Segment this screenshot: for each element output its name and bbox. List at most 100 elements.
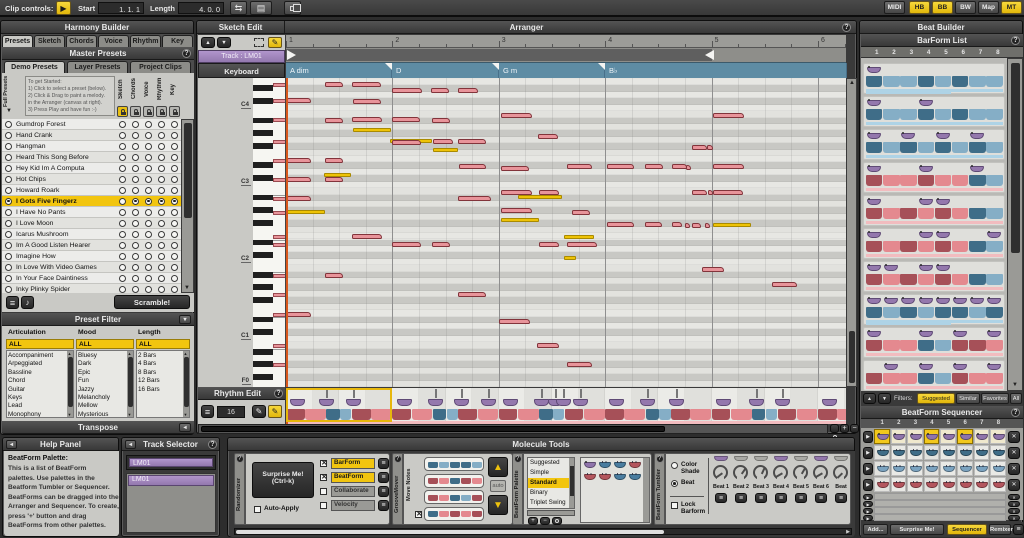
note[interactable] <box>567 362 592 367</box>
note[interactable] <box>645 164 663 169</box>
filter-button-all[interactable]: All <box>1010 393 1022 404</box>
note[interactable] <box>392 117 420 122</box>
seq-cell[interactable] <box>924 429 940 444</box>
barform-cell[interactable] <box>952 76 968 87</box>
seq-cell[interactable] <box>940 477 956 492</box>
note[interactable] <box>572 210 590 215</box>
rhythm-beatform[interactable] <box>397 399 412 406</box>
seq-cell[interactable] <box>891 445 907 460</box>
toggle-label-beatform[interactable]: BeatForm <box>331 472 375 483</box>
preset-col-radio[interactable] <box>145 176 152 183</box>
preset-row[interactable]: Hot Chips <box>2 174 181 185</box>
transpose-collapse-icon[interactable]: ◂ <box>179 423 191 432</box>
preset-list[interactable]: Gumdrop ForestHand CrankHangmanHeard Thi… <box>2 119 181 293</box>
tab-key[interactable]: Key <box>162 35 193 47</box>
rhythm-segment[interactable] <box>518 409 539 420</box>
note[interactable] <box>392 140 421 145</box>
barform-row[interactable] <box>863 261 1005 292</box>
barform-cell[interactable] <box>900 142 916 153</box>
preset-col-radio[interactable] <box>158 132 165 139</box>
toggle-checkbox-beatform[interactable] <box>320 474 327 481</box>
palette-zoom-button[interactable] <box>552 517 562 525</box>
loop-toggle-icon[interactable]: ⇆ <box>230 1 247 15</box>
barform-cell[interactable] <box>866 76 882 87</box>
preset-col-radio[interactable] <box>119 154 126 161</box>
piano-key-black[interactable] <box>253 175 273 181</box>
barform-cell[interactable] <box>969 274 985 285</box>
preset-col-radio[interactable] <box>132 275 139 282</box>
preset-col-radio[interactable] <box>145 275 152 282</box>
note[interactable] <box>538 134 558 139</box>
tumbler-radio-color-shade[interactable] <box>671 462 678 469</box>
seq-cell[interactable] <box>874 429 890 444</box>
barform-cell[interactable] <box>883 373 899 384</box>
seq-cell[interactable] <box>891 477 907 492</box>
barform-cell[interactable] <box>866 340 882 351</box>
piano-key-black[interactable] <box>253 317 273 323</box>
rhythm-segment[interactable] <box>731 409 752 420</box>
tab-rhythm[interactable]: Rhythm <box>130 35 161 47</box>
preset-row[interactable]: Hand Crank <box>2 130 181 141</box>
preset-col-radio[interactable] <box>132 231 139 238</box>
melody-highlight[interactable] <box>564 235 594 239</box>
roll-hscroll-thumb[interactable] <box>201 426 665 432</box>
rhythm-lane[interactable] <box>286 388 846 424</box>
note[interactable] <box>705 223 710 228</box>
preset-col-radio[interactable] <box>119 275 126 282</box>
preset-col-radio[interactable] <box>158 143 165 150</box>
barform-cell[interactable] <box>866 109 882 120</box>
filter-scroll-up-icon[interactable]: ▲ <box>128 351 132 356</box>
sequencer-help-icon[interactable] <box>1011 408 1020 417</box>
rhythm-segment[interactable] <box>797 409 818 420</box>
knob-list-icon[interactable]: ≡ <box>835 493 847 503</box>
barform-cell[interactable] <box>935 241 951 252</box>
preset-col-radio[interactable] <box>119 187 126 194</box>
note[interactable] <box>352 117 382 122</box>
preset-col-radio[interactable] <box>145 132 152 139</box>
note[interactable] <box>537 343 559 348</box>
note[interactable] <box>325 118 343 123</box>
rhythm-list-icon[interactable]: ≡ <box>201 405 214 418</box>
tumbler-radio-beat[interactable] <box>671 480 678 487</box>
groove-pattern-button[interactable] <box>424 474 484 488</box>
barform-cell[interactable] <box>900 208 916 219</box>
rhythm-beatform[interactable] <box>749 399 764 406</box>
note[interactable] <box>287 98 311 103</box>
barform-scrollbar[interactable]: ▼ <box>1007 58 1023 391</box>
preset-col-radio[interactable] <box>171 121 178 128</box>
preset-col-radio[interactable] <box>158 165 165 172</box>
seq-row-arrow-button[interactable]: ▶ <box>863 431 873 443</box>
palette-plus-button[interactable]: + <box>528 517 538 525</box>
preset-col-radio[interactable] <box>119 132 126 139</box>
barform-cell[interactable] <box>935 76 951 87</box>
seq-cell[interactable] <box>957 445 973 460</box>
palette-item-simple[interactable]: Simple <box>528 468 569 478</box>
preset-radio[interactable] <box>5 286 12 293</box>
barform-cell[interactable] <box>883 208 899 219</box>
molecule-hscrollbar[interactable]: ▶ <box>234 528 852 535</box>
preset-col-radio[interactable] <box>145 187 152 194</box>
melody-highlight[interactable] <box>713 223 751 227</box>
preset-col-radio[interactable] <box>171 132 178 139</box>
chord-segment[interactable]: B♭ <box>605 63 847 79</box>
preset-col-radio[interactable] <box>132 165 139 172</box>
barform-cell[interactable] <box>900 274 916 285</box>
piano-key-black[interactable] <box>253 195 273 201</box>
note[interactable] <box>287 312 311 317</box>
barform-cell[interactable] <box>969 208 985 219</box>
filter-item[interactable]: 16 Bars <box>138 386 160 393</box>
note[interactable] <box>353 99 381 104</box>
knob-beat-1[interactable] <box>713 465 728 480</box>
groove-pattern-button[interactable] <box>424 490 484 504</box>
barform-cell[interactable] <box>918 241 934 252</box>
lock-icon-key[interactable] <box>169 106 180 117</box>
note[interactable] <box>672 164 687 169</box>
filter-list-length[interactable]: 2 Bars4 Bars8 Bars12 Bars16 Bars▲▼ <box>136 350 190 418</box>
seq-cell[interactable] <box>974 429 990 444</box>
barform-cell[interactable] <box>918 109 934 120</box>
barform-cell[interactable] <box>986 109 1002 120</box>
note[interactable] <box>692 223 701 228</box>
palette-item-standard[interactable]: Standard <box>528 478 569 488</box>
filter-scroll-down-icon[interactable]: ▼ <box>68 412 72 417</box>
preset-col-radio[interactable] <box>171 220 178 227</box>
